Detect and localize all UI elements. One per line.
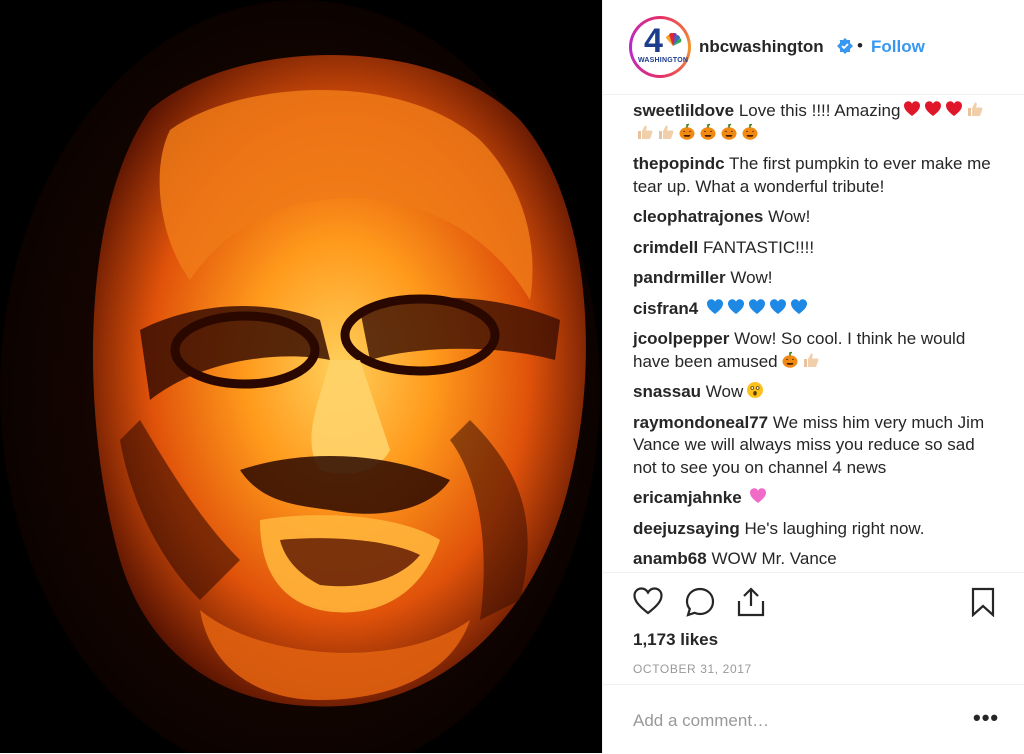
instagram-post: 4 WASHINGTON nbcwashington • Follow swee… bbox=[0, 0, 1024, 753]
logo-number: 4 bbox=[644, 22, 663, 60]
comment-item: pandrmiller Wow! bbox=[633, 267, 1003, 290]
comment-item: ericamjahnke bbox=[633, 487, 1003, 510]
heart-emoji-icon bbox=[946, 101, 963, 116]
blueheart-emoji-icon bbox=[769, 298, 786, 314]
comment-username[interactable]: raymondoneal77 bbox=[633, 413, 768, 432]
comment-item: jcoolpepper Wow! So cool. I think he wou… bbox=[633, 328, 1003, 373]
verified-badge-icon bbox=[837, 38, 853, 54]
comment-username[interactable]: anamb68 bbox=[633, 549, 707, 568]
nbc-peacock-icon bbox=[666, 33, 682, 46]
post-side-panel: 4 WASHINGTON nbcwashington • Follow swee… bbox=[602, 0, 1024, 753]
astonished-emoji-icon bbox=[747, 382, 764, 398]
add-comment-input[interactable]: Add a comment… bbox=[633, 711, 769, 731]
comment-text: Wow bbox=[705, 382, 744, 401]
comment-username[interactable]: crimdell bbox=[633, 238, 698, 257]
comment-username[interactable]: deejuzsaying bbox=[633, 519, 740, 538]
post-username[interactable]: nbcwashington bbox=[699, 37, 824, 57]
speech-bubble-icon[interactable] bbox=[685, 587, 715, 617]
thumbs-emoji-icon bbox=[638, 125, 653, 139]
blueheart-emoji-icon bbox=[727, 298, 744, 314]
comment-text: He's laughing right now. bbox=[744, 518, 925, 538]
pumpkin-emoji-icon bbox=[782, 351, 798, 368]
comment-text: WOW Mr. Vance bbox=[711, 549, 837, 568]
more-options-icon[interactable]: ••• bbox=[973, 705, 999, 731]
comment-username[interactable]: sweetlildove bbox=[633, 101, 734, 120]
post-date: OCTOBER 31, 2017 bbox=[633, 662, 752, 676]
avatar[interactable]: 4 WASHINGTON bbox=[629, 16, 691, 78]
logo-word: WASHINGTON bbox=[638, 57, 689, 64]
blueheart-emoji-icon bbox=[748, 298, 765, 314]
comment-text: Wow! bbox=[730, 268, 773, 287]
comment-item: cisfran4 bbox=[633, 298, 1003, 321]
comment-text: FANTASTIC!!!! bbox=[702, 237, 815, 257]
pinkheart-emoji-icon bbox=[750, 488, 767, 503]
nbc-logo-avatar: 4 WASHINGTON bbox=[632, 19, 688, 75]
share-upload-icon[interactable] bbox=[737, 587, 765, 617]
pumpkin-emoji-icon bbox=[679, 123, 695, 140]
pumpkin-emoji-icon bbox=[742, 123, 758, 140]
blueheart-emoji-icon bbox=[790, 298, 807, 314]
comment-username[interactable]: cleophatrajones bbox=[633, 207, 763, 226]
comment-username[interactable]: cisfran4 bbox=[633, 299, 698, 318]
comment-username[interactable]: jcoolpepper bbox=[633, 329, 729, 348]
comment-item: crimdell FANTASTIC!!!! bbox=[633, 237, 1003, 260]
post-header: 4 WASHINGTON nbcwashington • Follow bbox=[603, 0, 1024, 95]
comment-username[interactable]: ericamjahnke bbox=[633, 488, 742, 507]
add-comment-bar: Add a comment… ••• bbox=[603, 684, 1024, 754]
comment-item: raymondoneal77 We miss him very much Jim… bbox=[633, 412, 1003, 480]
blueheart-emoji-icon bbox=[706, 298, 723, 314]
comment-text: Love this !!!! Amazing bbox=[738, 101, 901, 120]
follow-button[interactable]: Follow bbox=[871, 37, 925, 57]
thumbs-emoji-icon bbox=[968, 102, 983, 116]
pumpkin-emoji-icon bbox=[721, 123, 737, 140]
comment-item: deejuzsaying He's laughing right now. bbox=[633, 518, 1003, 541]
comment-username[interactable]: pandrmiller bbox=[633, 268, 726, 287]
comment-item: snassau Wow bbox=[633, 381, 1003, 404]
comment-username[interactable]: snassau bbox=[633, 382, 701, 401]
comment-item: cleophatrajones Wow! bbox=[633, 206, 1003, 229]
pumpkin-image bbox=[0, 0, 602, 753]
comment-item: sweetlildove Love this !!!! Amazing bbox=[633, 100, 1003, 145]
comment-item: anamb68 WOW Mr. Vance bbox=[633, 548, 1003, 571]
likes-count[interactable]: 1,173 likes bbox=[633, 630, 718, 650]
thumbs-emoji-icon bbox=[659, 125, 674, 139]
heart-outline-icon[interactable] bbox=[633, 587, 663, 615]
pumpkin-emoji-icon bbox=[700, 123, 716, 140]
separator-dot: • bbox=[857, 36, 863, 55]
thumbs-emoji-icon bbox=[803, 353, 819, 367]
heart-emoji-icon bbox=[925, 101, 942, 116]
comment-item: thepopindc The first pumpkin to ever mak… bbox=[633, 153, 1003, 198]
comment-username[interactable]: thepopindc bbox=[633, 154, 725, 173]
heart-emoji-icon bbox=[904, 101, 921, 116]
comment-text: Wow! bbox=[768, 207, 811, 226]
comments-list: sweetlildove Love this !!!! Amazing thepo… bbox=[633, 100, 1003, 579]
bookmark-icon[interactable] bbox=[971, 587, 995, 617]
post-photo-carved-pumpkin[interactable] bbox=[0, 0, 602, 753]
